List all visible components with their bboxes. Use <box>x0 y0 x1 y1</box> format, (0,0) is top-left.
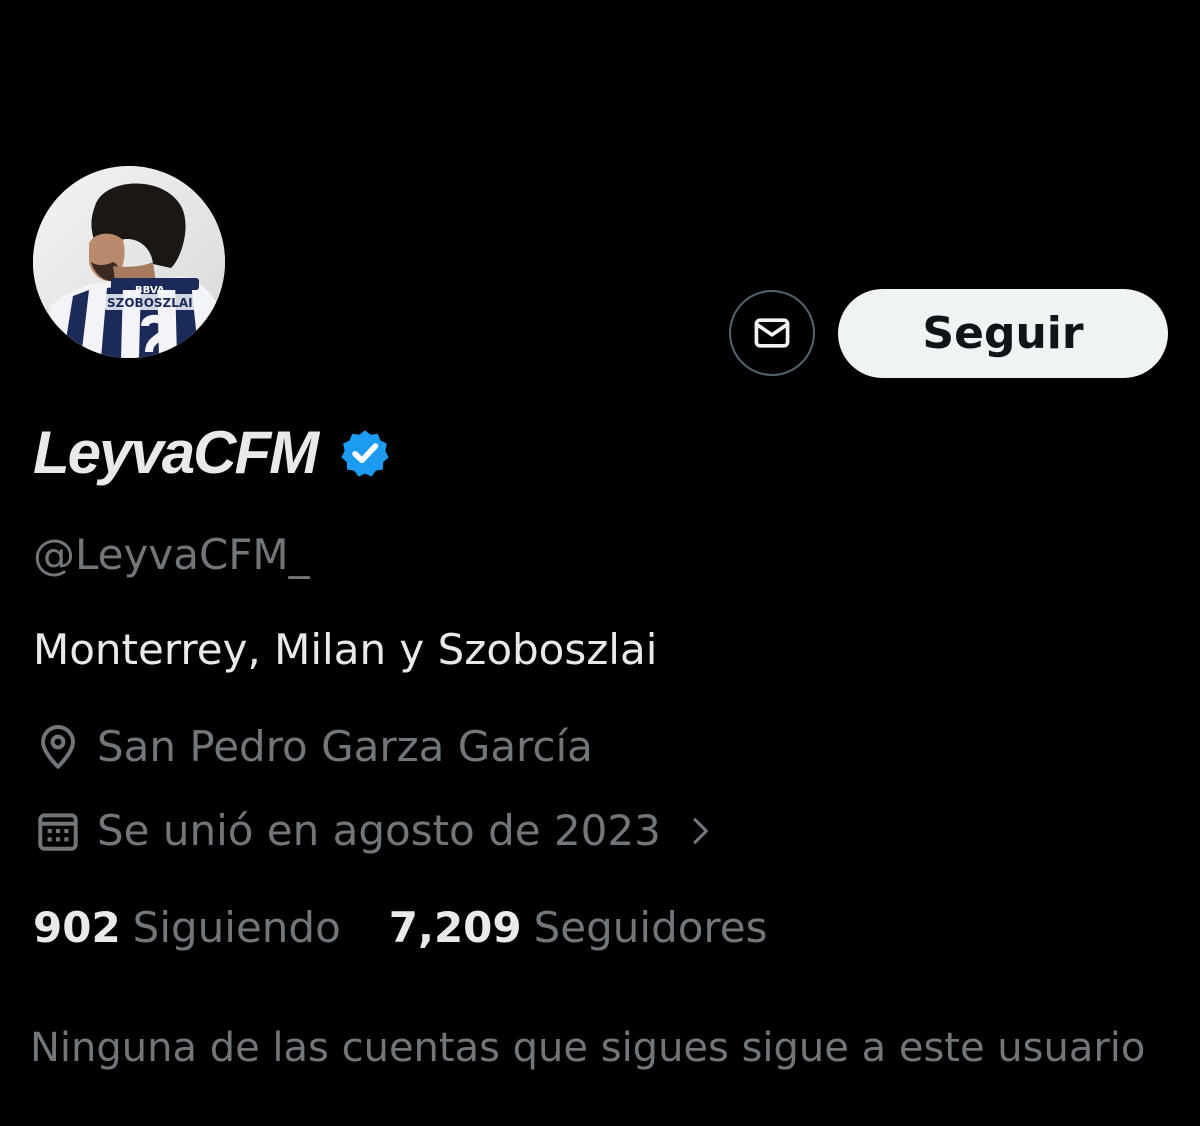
following-count: 902 <box>33 903 121 952</box>
bio: Monterrey, Milan y Szoboszlai <box>33 625 658 674</box>
followed-by-text: Ninguna de las cuentas que sigues sigue … <box>30 1025 1146 1071</box>
followers-label: Seguidores <box>533 903 768 952</box>
handle: @LeyvaCFM_ <box>33 530 310 579</box>
following-stat[interactable]: 902 Siguiendo <box>33 900 341 956</box>
follow-button[interactable]: Seguir <box>838 289 1168 378</box>
chevron-right-icon[interactable] <box>683 814 717 848</box>
followers-stat[interactable]: 7,209 Seguidores <box>389 900 768 956</box>
following-label: Siguiendo <box>132 903 341 952</box>
joined-text: Se unió en agosto de 2023 <box>97 806 661 855</box>
stats-row: 902 Siguiendo 7,209 Seguidores <box>33 900 768 956</box>
calendar-icon <box>38 813 78 851</box>
display-name-row: LeyvaCFM <box>33 415 391 490</box>
avatar-jersey-name: SZOBOSZLAI <box>107 296 193 310</box>
location-pin-icon <box>41 725 75 769</box>
followers-count: 7,209 <box>388 903 522 952</box>
joined-row[interactable]: Se unió en agosto de 2023 <box>33 803 717 859</box>
display-name: LeyvaCFM <box>33 419 319 486</box>
avatar[interactable]: BBVA SZOBOSZLAI <box>33 166 225 358</box>
avatar-image: BBVA SZOBOSZLAI <box>33 166 225 358</box>
location-row: San Pedro Garza García <box>33 719 593 775</box>
message-button[interactable] <box>729 290 815 376</box>
location-text: San Pedro Garza García <box>97 722 593 771</box>
verified-badge-icon[interactable] <box>339 427 391 479</box>
mail-icon <box>754 318 790 348</box>
